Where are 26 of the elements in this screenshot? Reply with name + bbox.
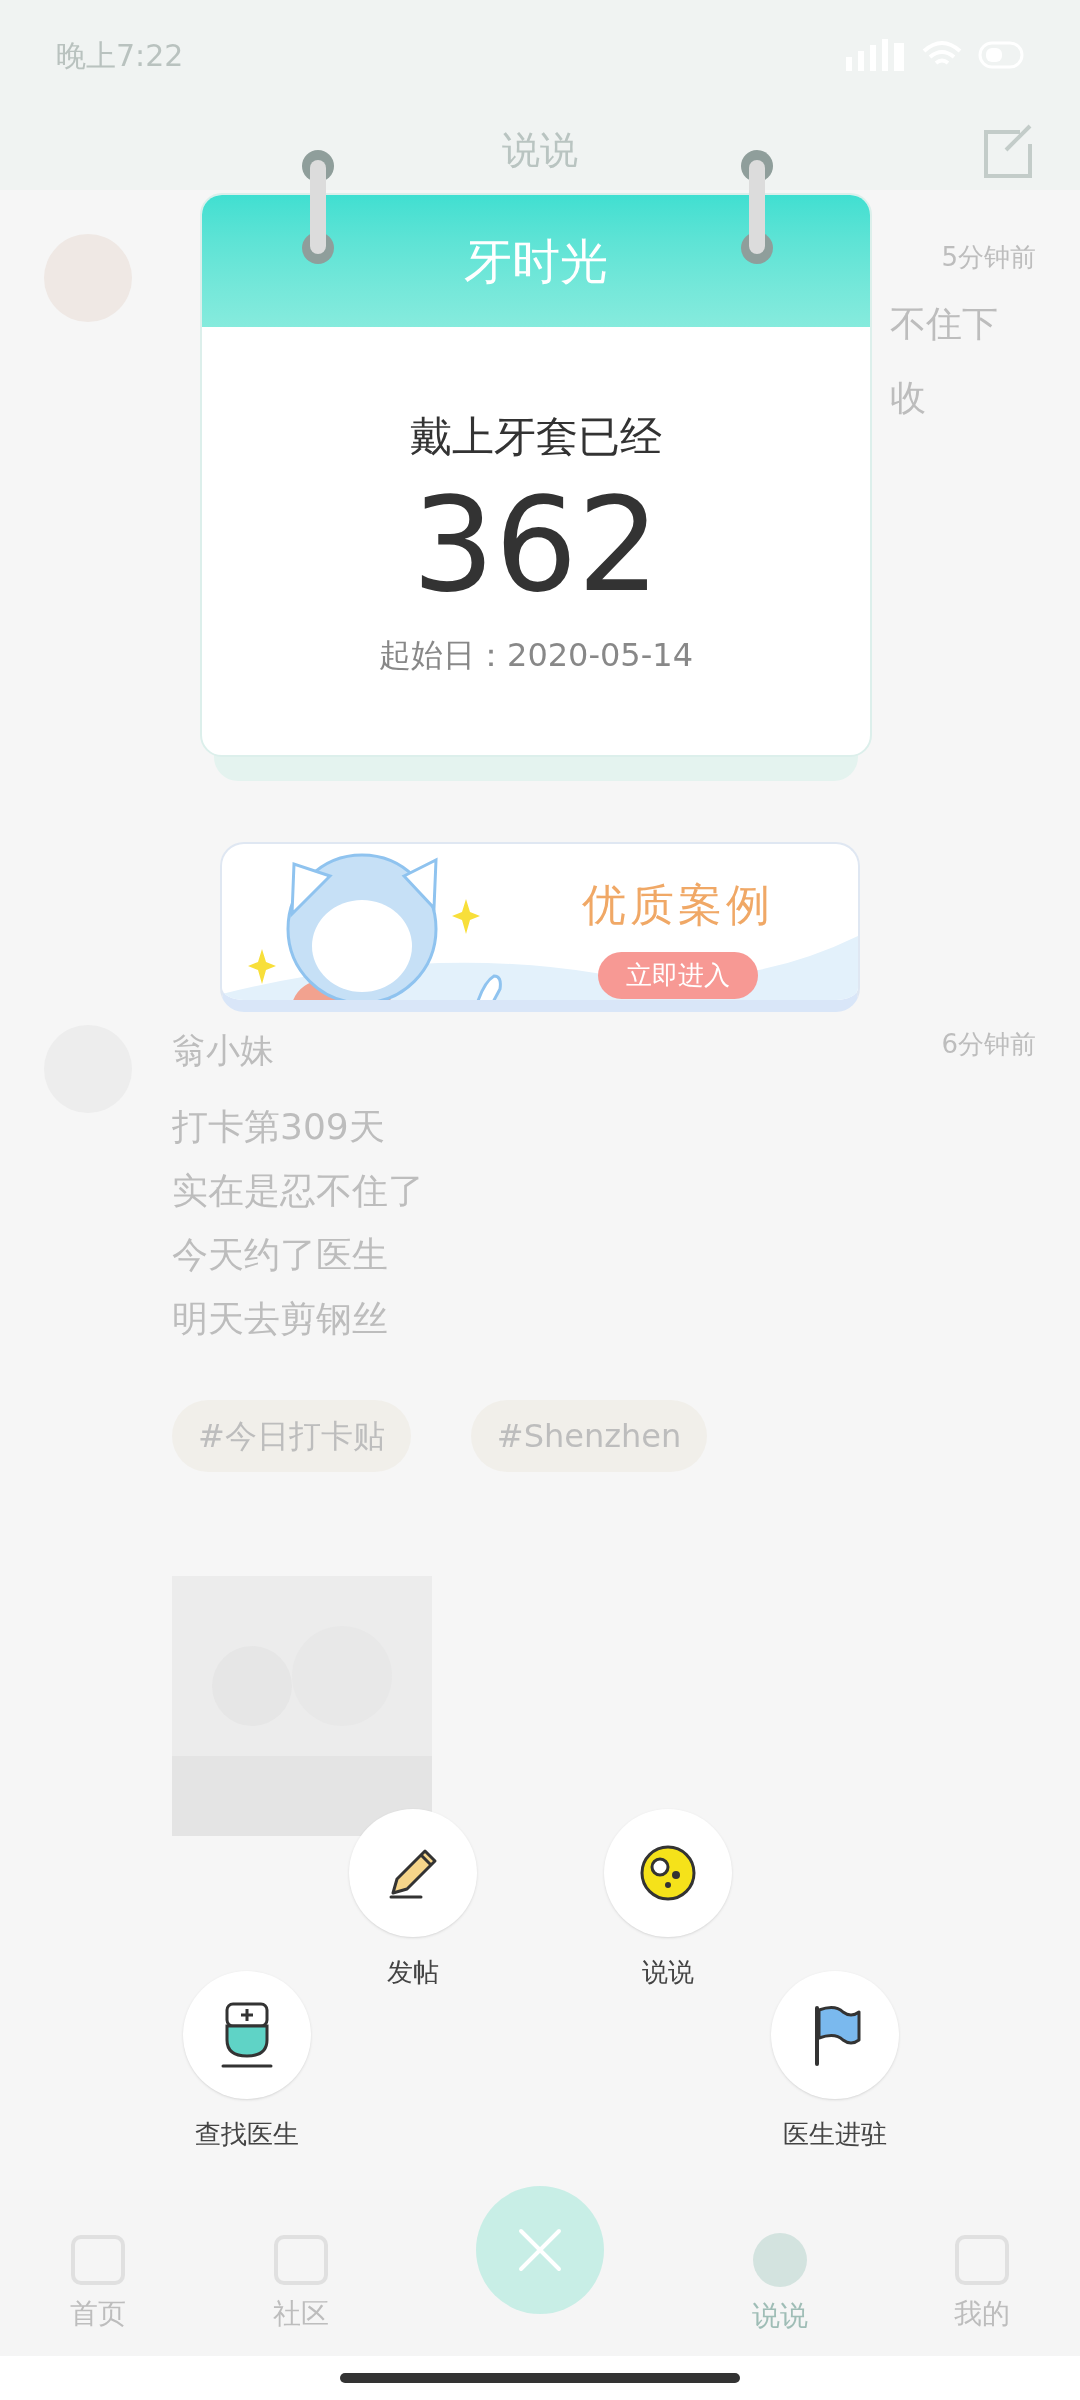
post-author: 翁小妹 — [172, 1029, 274, 1072]
post-text: 今天约了医生 — [172, 1233, 389, 1277]
nav-tab[interactable]: 说说 — [751, 2233, 808, 2337]
action-label: 查找医生 — [195, 2118, 299, 2151]
nav-icon — [752, 2233, 807, 2287]
post-time: 5分钟前 — [941, 241, 1036, 274]
day-count: 362 — [411, 474, 661, 617]
post-time: 6分钟前 — [941, 1028, 1036, 1061]
nav-tab[interactable]: 首页 — [70, 2235, 126, 2335]
action-label: 医生进驻 — [783, 2118, 887, 2151]
close-icon — [517, 2227, 563, 2273]
post-text: 明天去剪钢丝 — [172, 1297, 389, 1341]
banner-title: 优质案例 — [582, 878, 774, 932]
action-label: 发帖 — [387, 1956, 439, 1989]
enter-pill: 立即进入 — [598, 952, 758, 999]
calendar-caption: 戴上牙套已经 — [410, 411, 662, 463]
post-text: 打卡第309天 — [172, 1105, 386, 1149]
calendar-title: 牙时光 — [464, 232, 608, 291]
post-text: 实在是忍不住了 — [172, 1169, 425, 1213]
post-text: 不住下 — [890, 302, 999, 346]
nav-tab[interactable]: 我的 — [954, 2235, 1010, 2335]
banner-card[interactable]: 优质案例 立即进入 — [220, 842, 860, 1012]
start-date: 起始日：2020-05-14 — [379, 635, 693, 676]
post-text: 收 — [890, 376, 927, 420]
nav-tab[interactable]: 社区 — [272, 2235, 329, 2335]
action-label: 说说 — [642, 1956, 694, 1989]
